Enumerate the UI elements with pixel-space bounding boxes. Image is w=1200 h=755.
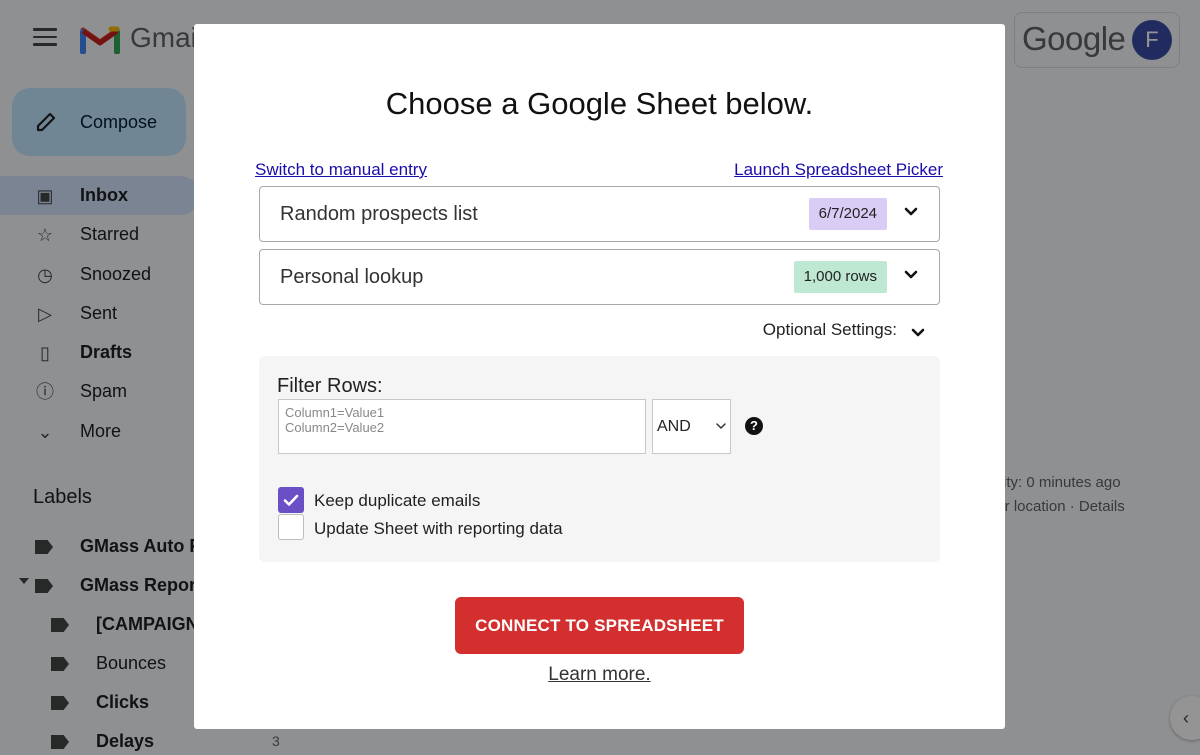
worksheet-select[interactable]: Personal lookup 1,000 rows	[259, 249, 940, 305]
filter-rows-input[interactable]	[278, 399, 646, 454]
connect-to-spreadsheet-button[interactable]: CONNECT TO SPREADSHEET	[455, 597, 744, 654]
help-icon[interactable]: ?	[745, 417, 763, 435]
spreadsheet-select[interactable]: Random prospects list 6/7/2024	[259, 186, 940, 242]
worksheet-name: Personal lookup	[280, 266, 424, 288]
update-sheet-label: Update Sheet with reporting data	[314, 519, 563, 538]
update-sheet-checkbox[interactable]	[278, 514, 304, 540]
operator-value: AND	[657, 418, 691, 435]
optional-settings-toggle[interactable]: Optional Settings:	[763, 320, 897, 340]
filter-rows-label: Filter Rows:	[277, 375, 383, 397]
date-badge: 6/7/2024	[808, 198, 887, 230]
choose-sheet-dialog: Choose a Google Sheet below. Switch to m…	[194, 24, 1005, 729]
switch-manual-entry-link[interactable]: Switch to manual entry	[255, 160, 427, 180]
keep-duplicates-label: Keep duplicate emails	[314, 491, 481, 510]
chevron-down-icon	[904, 207, 918, 216]
checkmark-icon	[283, 494, 299, 506]
chevron-down-icon[interactable]	[910, 324, 926, 340]
spreadsheet-name: Random prospects list	[280, 203, 478, 225]
launch-picker-link[interactable]: Launch Spreadsheet Picker	[734, 160, 943, 180]
optional-settings-panel: Filter Rows: AND ? Keep duplicate emails…	[259, 356, 940, 562]
learn-more-link[interactable]: Learn more.	[194, 664, 1005, 686]
row-count-badge: 1,000 rows	[793, 261, 887, 293]
filter-operator-select[interactable]: AND	[652, 399, 731, 454]
dialog-title: Choose a Google Sheet below.	[385, 86, 814, 121]
chevron-down-icon	[716, 423, 726, 429]
chevron-down-icon	[904, 270, 918, 279]
keep-duplicates-checkbox[interactable]	[278, 487, 304, 513]
